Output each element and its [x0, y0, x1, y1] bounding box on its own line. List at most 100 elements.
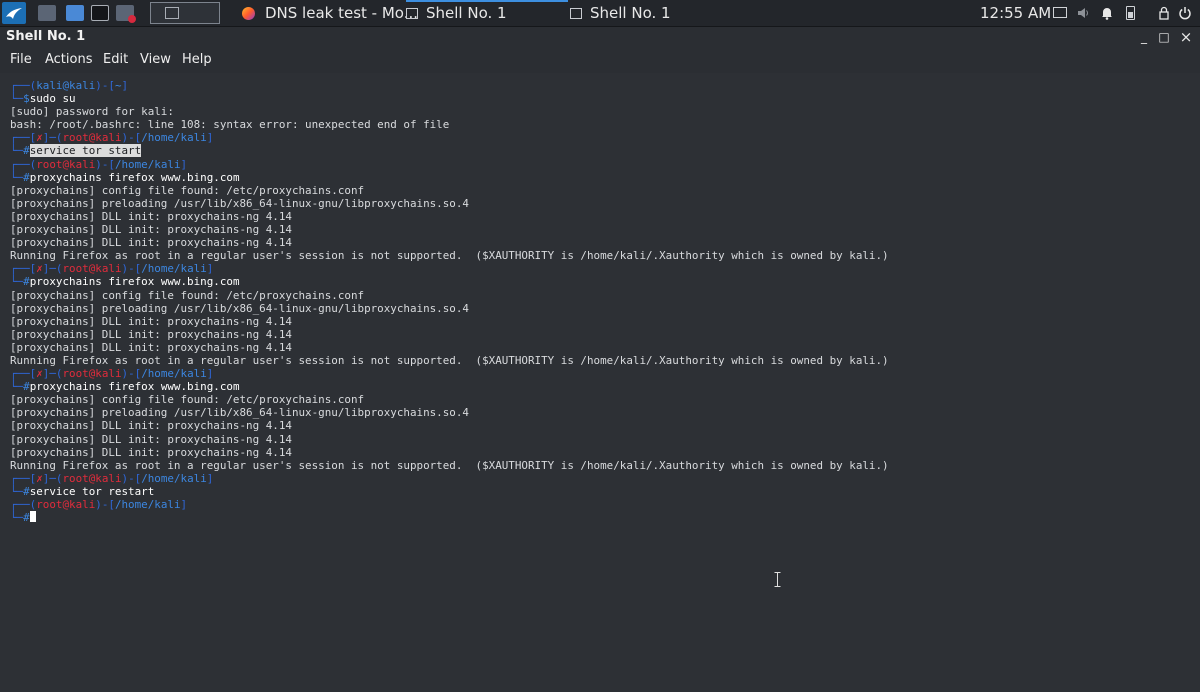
- output-line: [proxychains] config file found: /etc/pr…: [10, 393, 889, 406]
- menu-file[interactable]: File: [10, 52, 32, 67]
- close-button[interactable]: ×: [1178, 29, 1194, 45]
- prompt-bracket: ]: [180, 498, 188, 511]
- prompt-bracket: ┌──: [10, 79, 30, 92]
- prompt-bracket: └─: [10, 275, 24, 289]
- output-text: [proxychains] DLL init: proxychains-ng 4…: [10, 223, 292, 237]
- prompt-bracket: )-[: [95, 157, 115, 171]
- window-titlebar[interactable]: Shell No. 1 _ □ ×: [0, 27, 1200, 49]
- output-text: [sudo] password for kali:: [10, 105, 174, 119]
- maximize-button[interactable]: □: [1156, 29, 1172, 45]
- output-line: [proxychains] DLL init: proxychains-ng 4…: [10, 433, 889, 446]
- prompt-directory: /home/kali: [141, 471, 207, 485]
- show-desktop-icon[interactable]: [38, 5, 56, 21]
- prompt-bracket: ]─: [42, 131, 56, 145]
- prompt-bracket: ]─: [42, 262, 56, 276]
- prompt-bracket: └─: [10, 170, 24, 184]
- terminal-launcher-icon[interactable]: [91, 5, 109, 21]
- output-text: Running Firefox as root in a regular use…: [10, 458, 889, 472]
- output-line: [proxychains] DLL init: proxychains-ng 4…: [10, 341, 889, 354]
- prompt-bracket: ┌──: [10, 367, 30, 381]
- command-line: └─#service tor start: [10, 144, 889, 158]
- taskbar-item-label: DNS leak test - Mo...: [265, 4, 419, 22]
- prompt-bracket: ┌──: [10, 131, 30, 145]
- prompt-host: kali: [95, 471, 122, 485]
- terminal-icon: [570, 7, 582, 19]
- taskbar-item-shell-2[interactable]: Shell No. 1: [570, 0, 671, 26]
- output-text: [proxychains] config file found: /etc/pr…: [10, 183, 365, 197]
- prompt-header-line: ┌──[✗]─(root@kali)-[/home/kali]: [10, 262, 889, 275]
- output-line: Running Firefox as root in a regular use…: [10, 354, 889, 367]
- terminal-area[interactable]: ┌──(kali@kali)-[~] └─$sudo su [sudo] passw…: [0, 73, 1200, 692]
- output-text: [proxychains] preloading /usr/lib/x86_64…: [10, 301, 469, 315]
- prompt-bracket: ]: [206, 131, 214, 145]
- taskbar-item-firefox[interactable]: DNS leak test - Mo...: [242, 0, 418, 26]
- output-line: [proxychains] preloading /usr/lib/x86_64…: [10, 302, 889, 315]
- command-text: proxychains firefox www.bing.com: [29, 170, 240, 184]
- battery-icon[interactable]: [1126, 6, 1135, 20]
- firefox-icon: [242, 6, 255, 20]
- prompt-bracket: ]─: [42, 471, 56, 485]
- command-text: proxychains firefox www.bing.com: [29, 275, 240, 289]
- prompt-user: root: [36, 498, 63, 511]
- prompt-bracket: ┌──: [10, 471, 30, 485]
- minimize-button[interactable]: _: [1136, 29, 1152, 45]
- menu-edit[interactable]: Edit: [103, 52, 128, 67]
- lock-icon[interactable]: [1157, 6, 1171, 20]
- prompt-host: kali: [95, 367, 122, 381]
- text-cursor-ibeam-icon: [774, 572, 781, 587]
- prompt-bracket: )-[: [121, 131, 142, 145]
- output-line: [sudo] password for kali:: [10, 105, 889, 118]
- prompt-host: kali: [69, 157, 96, 171]
- prompt-bracket: └─: [10, 144, 24, 158]
- prompt-bracket: )-[: [95, 498, 115, 511]
- output-text: [proxychains] preloading /usr/lib/x86_64…: [10, 196, 469, 210]
- command-text: service tor start: [29, 144, 142, 158]
- output-text: [proxychains] config file found: /etc/pr…: [10, 393, 365, 407]
- prompt-bracket: ]─: [42, 367, 56, 381]
- prompt-user: root: [62, 471, 89, 485]
- prompt-symbol: #: [23, 144, 30, 158]
- volume-icon[interactable]: [1076, 6, 1090, 20]
- prompt-bracket: ]: [206, 262, 214, 276]
- output-line: [proxychains] preloading /usr/lib/x86_64…: [10, 197, 889, 210]
- browser-launcher-icon[interactable]: [116, 5, 136, 23]
- output-line: bash: /root/.bashrc: line 108: syntax er…: [10, 118, 889, 131]
- command-line: └─$sudo su: [10, 92, 889, 105]
- output-text: [proxychains] DLL init: proxychains-ng 4…: [10, 419, 292, 433]
- output-line: Running Firefox as root in a regular use…: [10, 459, 889, 472]
- prompt-user: root: [36, 157, 63, 171]
- menu-help[interactable]: Help: [182, 52, 212, 67]
- clock[interactable]: 12:55 AM: [980, 0, 1051, 26]
- prompt-user: root: [62, 367, 89, 381]
- output-line: [proxychains] config file found: /etc/pr…: [10, 289, 889, 302]
- command-line: └─#proxychains firefox www.bing.com: [10, 171, 889, 184]
- menu-view[interactable]: View: [140, 52, 171, 67]
- output-text: [proxychains] DLL init: proxychains-ng 4…: [10, 314, 292, 328]
- prompt-bracket: )-[: [121, 367, 142, 381]
- prompt-bracket: ]: [206, 471, 214, 485]
- command-line: └─#: [10, 511, 889, 524]
- prompt-bracket: └─: [10, 92, 24, 106]
- prompt-bracket: )-[: [95, 79, 115, 92]
- taskbar-item-shell-1[interactable]: Shell No. 1: [406, 0, 507, 26]
- notification-bell-icon[interactable]: [1100, 6, 1114, 20]
- prompt-bracket: ]: [206, 367, 214, 381]
- command-text: proxychains firefox www.bing.com: [29, 380, 240, 394]
- command-line: └─#proxychains firefox www.bing.com: [10, 380, 889, 393]
- output-text: [proxychains] DLL init: proxychains-ng 4…: [10, 209, 292, 223]
- prompt-user: root: [62, 131, 89, 145]
- kali-menu-icon[interactable]: [2, 2, 26, 24]
- output-text: Running Firefox as root in a regular use…: [10, 353, 889, 367]
- prompt-header-line: ┌──[✗]─(root@kali)-[/home/kali]: [10, 472, 889, 485]
- display-icon[interactable]: [1053, 7, 1067, 18]
- workspace-window-icon: [165, 7, 179, 19]
- menu-actions[interactable]: Actions: [45, 52, 93, 67]
- window-title: Shell No. 1: [6, 29, 86, 44]
- prompt-bracket: ]: [121, 79, 129, 92]
- workspace-switcher[interactable]: [150, 2, 220, 24]
- prompt-host: kali: [69, 79, 96, 92]
- prompt-header-line: ┌──(root@kali)-[/home/kali]: [10, 158, 889, 171]
- file-manager-icon[interactable]: [66, 5, 84, 21]
- power-icon[interactable]: [1178, 6, 1192, 20]
- output-line: [proxychains] DLL init: proxychains-ng 4…: [10, 419, 889, 432]
